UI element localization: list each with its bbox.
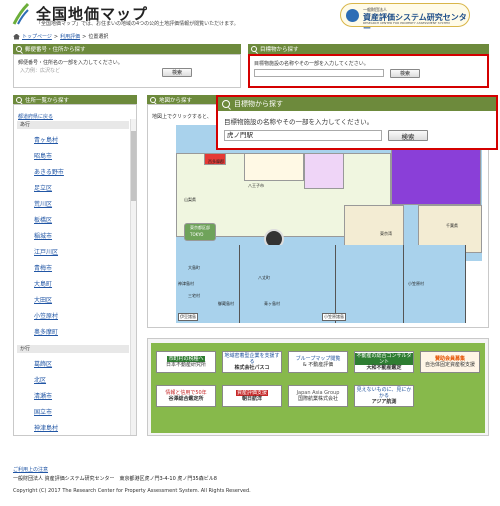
list-item[interactable]: 神津島村 [34,423,58,432]
org-emblem-icon [346,9,359,22]
sponsor-banner-area: 市町村の税種へ 日本不動産研究所 地域密着型企業を支援する 株式会社パスコ ブループ… [147,338,489,436]
home-icon [13,33,20,40]
postal-search-panel: 郵便番号・住所名の一部を入力してください。 入力例：広沢など 検索 [13,54,241,88]
list-item[interactable]: 稲城市 [34,231,52,240]
breadcrumb-current: 位置選択 [88,34,109,40]
org-logo[interactable]: 一般財団法人 資産評価システム研究センター RESEARCH CENTER FO… [340,3,470,33]
region-ward[interactable] [304,153,344,189]
popup-header: 目標物から探す [218,97,496,111]
postal-search-header: 郵便番号・住所から探す [13,44,241,54]
list-item[interactable]: 青梅市 [34,263,52,272]
landmark-search-panel: 目標物施設の名称やその一部を入力してください。 検索 [248,54,489,88]
sponsor-banner[interactable]: ブループマップ閲覧 & 不動産評価 [288,351,348,373]
landmark-search-button-small[interactable]: 検索 [390,69,420,78]
list-item[interactable]: 北区 [34,375,46,384]
search-icon [16,97,22,103]
breadcrumb-top[interactable]: トップページ [22,33,52,40]
sponsor-banner[interactable]: Japan Asia Group 国際航業株式会社 [288,385,348,407]
search-icon [251,46,257,52]
island-zone[interactable] [240,245,336,323]
footer-address: 一般財団法人 資産評価システム研究センター 東京都港区虎ノ門3-4-10 虎ノ門… [13,476,217,482]
island-zone[interactable] [336,245,404,323]
footer-copyright: Copyright (C) 2017 The Research Center f… [13,488,251,494]
landmark-input-small[interactable] [254,69,384,77]
list-item[interactable]: 奥多摩町 [34,327,58,336]
sponsor-banner[interactable]: 賛助会員募集 自治体固定資産税支援 [420,351,480,373]
sponsor-banner[interactable]: 情報と信用で50年 谷澤総合鑑定所 [156,385,216,407]
site-header: 全国地価マップ 「全国地価マップ」では、お住まいの地域の4つの公的土地評価情報が… [0,0,500,33]
list-item[interactable]: 荒川区 [34,199,52,208]
sponsor-banner[interactable]: 見えないものに、見にかかる アジア航測 [354,385,414,407]
logo-icon [12,2,30,25]
sponsor-banner[interactable]: 不動産の総合コンサルタント 大和不動産鑑定 [354,351,414,373]
list-item[interactable]: 大田区 [34,295,52,304]
usage-notes-link[interactable]: ご利用上の注意 [13,466,48,473]
scroll-thumb[interactable] [131,131,136,201]
list-item[interactable]: 板橋区 [34,215,52,224]
sponsor-banner[interactable]: 市町村の税種へ 日本不動産研究所 [156,351,216,373]
list-item[interactable]: 清瀬市 [34,391,52,400]
address-list-panel: 都道府県に戻る あ行 青ヶ島村 昭島市 あきる野市 足立区 荒川区 板橋区 稲城… [13,104,137,436]
breadcrumb: トップページ > 利用評価 > 位置選択 [13,33,108,40]
group-header: か行 [17,345,129,353]
landmark-search-input[interactable]: 虎ノ門駅 [224,130,382,141]
postal-input[interactable]: 入力例：広沢など [18,68,158,76]
list-item[interactable]: 葛飾区 [34,359,52,368]
region-tama-cities[interactable] [244,153,304,181]
list-item[interactable]: 小笠原村 [34,311,58,320]
search-icon [16,46,22,52]
list-item[interactable]: 国立市 [34,407,52,416]
landmark-search-button[interactable]: 検索 [388,130,428,141]
landmark-search-popup: 目標物から探す 目標物施設の名称やその一部を入力してください。 虎ノ門駅 検索 [216,95,498,150]
list-item[interactable]: あきる野市 [34,167,64,176]
breadcrumb-link[interactable]: 利用評価 [60,33,80,40]
list-item[interactable]: 大島町 [34,279,52,288]
region-east[interactable] [391,149,481,205]
list-item[interactable]: 江戸川区 [34,247,58,256]
group-header: あ行 [17,121,129,129]
sponsor-banner[interactable]: 資産評価支援 朝日航洋 [222,385,282,407]
search-icon [150,97,156,103]
sponsor-banner[interactable]: 地域密着型企業を支援する 株式会社パスコ [222,351,282,373]
list-item[interactable]: 足立区 [34,183,52,192]
site-subtitle: 「全国地価マップ」では、お住まいの地域の4つの公的土地評価情報が閲覧いただけます… [36,21,239,27]
postal-search-button[interactable]: 検索 [162,68,192,77]
back-to-prefectures-link[interactable]: 都道府県に戻る [18,113,53,120]
list-scrollbar[interactable] [130,119,136,435]
landmark-search-header: 目標物から探す [248,44,489,54]
search-icon [222,100,230,108]
list-item[interactable]: 青ヶ島村 [34,135,58,144]
list-item[interactable]: 昭島市 [34,151,52,160]
